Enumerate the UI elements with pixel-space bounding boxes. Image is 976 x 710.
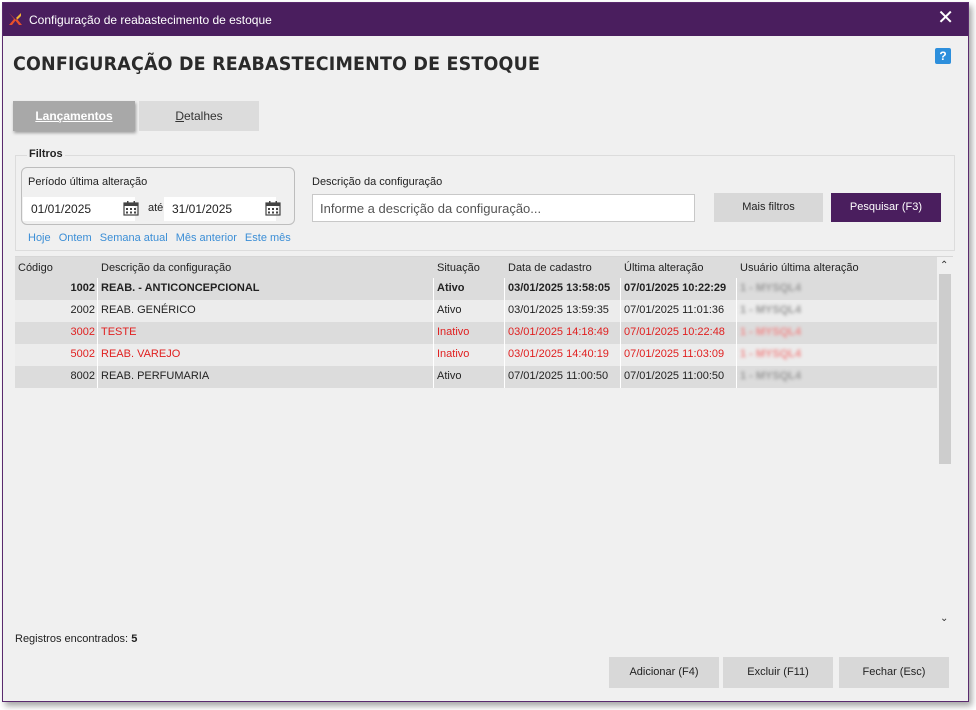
page-title: CONFIGURAÇÃO DE REABASTECIMENTO DE ESTOQ…	[13, 53, 541, 75]
cell-updated: 07/01/2025 11:01:36	[624, 304, 725, 316]
cell-user: 1 - MYSQL4	[740, 304, 802, 316]
cell-code: 5002	[70, 348, 95, 360]
tab-detalhes-mnemonic: D	[175, 109, 184, 123]
cell-user: 1 - MYSQL4	[740, 348, 802, 360]
cell-user: 1 - MYSQL4	[740, 282, 802, 294]
delete-button[interactable]: Excluir (F11)	[723, 657, 833, 688]
cell-created: 03/01/2025 13:58:05	[508, 282, 611, 294]
more-filters-button[interactable]: Mais filtros	[714, 193, 823, 222]
period-label: Período última alteração	[28, 176, 148, 188]
cell-code: 8002	[70, 370, 95, 382]
cell-status: Ativo	[437, 282, 465, 294]
filters-label: Filtros	[27, 148, 65, 160]
window-title: Configuração de reabastecimento de estoq…	[29, 13, 272, 27]
calendar-icon[interactable]	[265, 200, 281, 216]
quick-period-links: Hoje Ontem Semana atual Mês anterior Est…	[28, 232, 296, 244]
scroll-down-icon[interactable]: ⌄	[940, 613, 948, 624]
cell-description: REAB. PERFUMARIA	[101, 370, 210, 382]
calendar-icon[interactable]	[123, 200, 139, 216]
cell-user: 1 - MYSQL4	[740, 326, 802, 338]
cell-updated: 07/01/2025 10:22:29	[624, 282, 727, 294]
table-row[interactable]: 8002 REAB. PERFUMARIA Ativo 07/01/2025 1…	[15, 366, 937, 388]
add-button[interactable]: Adicionar (F4)	[609, 657, 719, 688]
dialog-window: Configuração de reabastecimento de estoq…	[2, 2, 969, 702]
description-input[interactable]	[312, 194, 695, 222]
cell-status: Ativo	[437, 304, 462, 316]
app-logo-icon	[9, 13, 22, 25]
cell-updated: 07/01/2025 11:00:50	[624, 370, 725, 382]
search-button[interactable]: Pesquisar (F3)	[831, 193, 941, 222]
cell-status: Ativo	[437, 370, 462, 382]
link-este-mes[interactable]: Este mês	[245, 232, 291, 244]
tab-lancamentos[interactable]: Lançamentos	[13, 101, 135, 131]
cell-updated: 07/01/2025 10:22:48	[624, 326, 725, 338]
cell-status: Inativo	[437, 326, 470, 338]
cell-status: Inativo	[437, 348, 470, 360]
col-codigo[interactable]: Código	[18, 262, 53, 274]
tab-detalhes[interactable]: Detalhes	[139, 101, 259, 131]
records-count: 5	[131, 633, 138, 645]
col-data-cadastro[interactable]: Data de cadastro	[508, 262, 592, 274]
cell-description: REAB. - ANTICONCEPCIONAL	[101, 282, 260, 294]
help-icon[interactable]: ?	[935, 48, 951, 64]
cell-updated: 07/01/2025 11:03:09	[624, 348, 725, 360]
cell-description: REAB. VAREJO	[101, 348, 181, 360]
title-bar: Configuração de reabastecimento de estoq…	[3, 3, 968, 36]
table-row[interactable]: 2002 REAB. GENÉRICO Ativo 03/01/2025 13:…	[15, 300, 937, 322]
cell-user: 1 - MYSQL4	[740, 370, 802, 382]
tab-detalhes-label: etalhes	[183, 109, 223, 123]
cell-created: 03/01/2025 14:40:19	[508, 348, 609, 360]
cell-description: REAB. GENÉRICO	[101, 304, 196, 316]
cell-description: TESTE	[101, 326, 137, 338]
table-row[interactable]: 5002 REAB. VAREJO Inativo 03/01/2025 14:…	[15, 344, 937, 366]
scroll-up-icon[interactable]: ⌃	[940, 260, 948, 271]
close-icon[interactable]: ✕	[937, 8, 954, 28]
link-hoje[interactable]: Hoje	[28, 232, 51, 244]
results-grid: Código Descrição da configuração Situaçã…	[15, 256, 953, 627]
date-from-input[interactable]: 01/01/2025	[23, 197, 135, 221]
date-to-input[interactable]: 31/01/2025	[164, 197, 276, 221]
table-row[interactable]: 3002 TESTE Inativo 03/01/2025 14:18:49 0…	[15, 322, 937, 344]
col-situacao[interactable]: Situação	[437, 262, 480, 274]
records-label: Registros encontrados:	[15, 633, 129, 645]
link-semana-atual[interactable]: Semana atual	[100, 232, 168, 244]
close-button[interactable]: Fechar (Esc)	[839, 657, 949, 688]
grid-scrollbar[interactable]: ⌃ ⌄	[937, 257, 953, 627]
cell-created: 07/01/2025 11:00:50	[508, 370, 609, 382]
records-found: Registros encontrados: 5	[15, 633, 137, 645]
cell-code: 3002	[70, 326, 95, 338]
cell-code: 2002	[70, 304, 95, 316]
scroll-thumb[interactable]	[939, 274, 951, 464]
description-label: Descrição da configuração	[312, 176, 443, 188]
col-ultima-alteracao[interactable]: Última alteração	[624, 262, 703, 274]
cell-created: 03/01/2025 14:18:49	[508, 326, 609, 338]
link-ontem[interactable]: Ontem	[59, 232, 92, 244]
link-mes-anterior[interactable]: Mês anterior	[176, 232, 237, 244]
cell-code: 1002	[70, 282, 95, 294]
col-usuario[interactable]: Usuário última alteração	[740, 262, 859, 274]
grid-header: Código Descrição da configuração Situaçã…	[15, 257, 937, 278]
table-row[interactable]: 1002 REAB. - ANTICONCEPCIONAL Ativo 03/0…	[15, 278, 937, 300]
col-descricao[interactable]: Descrição da configuração	[101, 262, 231, 274]
cell-created: 03/01/2025 13:59:35	[508, 304, 609, 316]
between-label: até	[148, 202, 164, 214]
